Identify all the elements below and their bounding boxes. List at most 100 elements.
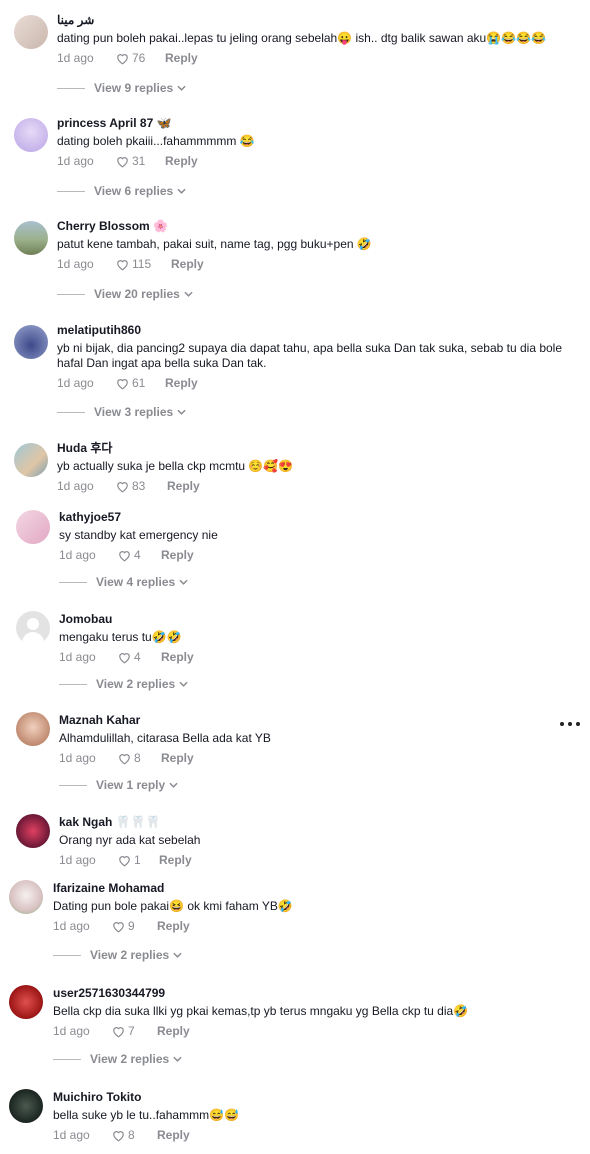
view-replies-button[interactable]: View 9 replies — [57, 81, 186, 95]
chevron-down-icon — [173, 1056, 182, 1062]
reply-button[interactable]: Reply — [165, 153, 198, 169]
divider-line — [53, 1058, 81, 1060]
like-button[interactable]: 115 — [115, 256, 171, 272]
avatar[interactable] — [14, 221, 48, 255]
like-count: 31 — [132, 154, 146, 168]
like-button[interactable]: 8 — [117, 750, 161, 766]
view-replies-button[interactable]: View 2 replies — [59, 677, 188, 691]
reply-button[interactable]: Reply — [157, 918, 190, 934]
comment-username[interactable]: kak Ngah 🦷🦷🦷 — [59, 814, 570, 830]
avatar[interactable] — [14, 15, 48, 49]
heart-icon — [117, 156, 128, 168]
view-replies-label: View 4 replies — [96, 575, 176, 589]
more-options-button[interactable] — [560, 716, 580, 732]
like-count: 9 — [128, 919, 135, 933]
view-replies-label: View 2 replies — [96, 677, 176, 691]
like-button[interactable]: 31 — [115, 153, 165, 169]
view-replies-button[interactable]: View 2 replies — [53, 948, 182, 962]
like-button[interactable]: 61 — [115, 375, 165, 391]
comment-timestamp: 1d ago — [57, 479, 94, 493]
comment-timestamp: 1d ago — [57, 154, 94, 168]
view-replies-label: View 1 reply — [96, 778, 166, 792]
view-replies-label: View 6 replies — [94, 184, 174, 198]
reply-button[interactable]: Reply — [167, 478, 200, 494]
like-button[interactable]: 4 — [117, 649, 161, 665]
view-replies-button[interactable]: View 4 replies — [59, 575, 188, 589]
comment-username[interactable]: Maznah Kahar — [59, 712, 570, 728]
avatar[interactable] — [14, 118, 48, 152]
chevron-down-icon — [177, 188, 186, 194]
view-replies-button[interactable]: View 1 reply — [59, 778, 178, 792]
divider-line — [53, 954, 81, 956]
like-button[interactable]: 8 — [111, 1127, 157, 1143]
chevron-down-icon — [179, 579, 188, 585]
comment-username[interactable]: Cherry Blossom 🌸 — [57, 218, 570, 234]
divider-line — [59, 581, 87, 583]
comment-timestamp: 1d ago — [53, 919, 90, 933]
reply-button[interactable]: Reply — [165, 375, 198, 391]
comment-username[interactable]: Huda 후다 — [57, 440, 570, 456]
like-button[interactable]: 9 — [111, 918, 157, 934]
comment-text: Alhamdulillah, citarasa Bella ada kat YB — [59, 731, 271, 745]
avatar[interactable] — [16, 712, 50, 746]
comment-timestamp: 1d ago — [57, 257, 94, 271]
view-replies-button[interactable]: View 6 replies — [57, 184, 186, 198]
like-button[interactable]: 1 — [117, 852, 159, 868]
reply-button[interactable]: Reply — [157, 1127, 190, 1143]
heart-icon — [117, 259, 128, 271]
like-button[interactable]: 4 — [117, 547, 161, 563]
comment-username[interactable]: princess April 87 🦋 — [57, 115, 570, 131]
chevron-down-icon — [184, 291, 193, 297]
divider-line — [57, 190, 85, 192]
view-replies-button[interactable]: View 3 replies — [57, 405, 186, 419]
view-replies-button[interactable]: View 20 replies — [57, 287, 193, 301]
chevron-down-icon — [177, 409, 186, 415]
dot — [576, 722, 580, 726]
like-button[interactable]: 7 — [111, 1023, 157, 1039]
comment-timestamp: 1d ago — [53, 1024, 90, 1038]
heart-icon — [119, 550, 130, 562]
avatar[interactable] — [16, 814, 50, 848]
comment-text: Orang nyr ada kat sebelah — [59, 833, 201, 847]
comment-username[interactable]: Muichiro Tokito — [53, 1089, 570, 1105]
like-button[interactable]: 76 — [115, 50, 165, 66]
avatar[interactable] — [9, 880, 43, 914]
view-replies-button[interactable]: View 2 replies — [53, 1052, 182, 1066]
heart-icon — [117, 481, 128, 493]
dot — [568, 722, 572, 726]
avatar[interactable] — [9, 1089, 43, 1123]
reply-button[interactable]: Reply — [157, 1023, 190, 1039]
reply-button[interactable]: Reply — [161, 649, 194, 665]
like-button[interactable]: 83 — [115, 478, 167, 494]
avatar[interactable] — [9, 985, 43, 1019]
comment-username[interactable]: شر مينا — [57, 12, 570, 28]
reply-button[interactable]: Reply — [171, 256, 204, 272]
avatar[interactable] — [16, 611, 50, 645]
divider-line — [59, 784, 87, 786]
view-replies-label: View 2 replies — [90, 1052, 170, 1066]
comment-username[interactable]: kathyjoe57 — [59, 509, 570, 525]
view-replies-label: View 2 replies — [90, 948, 170, 962]
comment-text: yb ni bijak, dia pancing2 supaya dia dap… — [57, 341, 563, 370]
avatar[interactable] — [14, 443, 48, 477]
comment-text: dating boleh pkaiii...fahammmmm 😂 — [57, 134, 255, 148]
comment-username[interactable]: Jomobau — [59, 611, 570, 627]
like-count: 83 — [132, 479, 146, 493]
reply-button[interactable]: Reply — [161, 547, 194, 563]
divider-line — [57, 87, 85, 89]
reply-button[interactable]: Reply — [165, 50, 198, 66]
like-count: 4 — [134, 548, 141, 562]
avatar[interactable] — [14, 325, 48, 359]
comment-text: bella suke yb le tu..fahammm😅😅 — [53, 1108, 239, 1122]
heart-icon — [113, 921, 124, 933]
avatar[interactable] — [16, 510, 50, 544]
view-replies-label: View 20 replies — [94, 287, 180, 301]
chevron-down-icon — [179, 681, 188, 687]
comment-list: شر مينا dating pun boleh pakai..lepas tu… — [0, 0, 590, 1154]
like-count: 8 — [134, 751, 141, 765]
comment-username[interactable]: Ifarizaine Mohamad — [53, 880, 570, 896]
reply-button[interactable]: Reply — [159, 852, 192, 868]
comment-username[interactable]: melatiputih860 — [57, 322, 570, 338]
reply-button[interactable]: Reply — [161, 750, 194, 766]
comment-username[interactable]: user2571630344799 — [53, 985, 570, 1001]
